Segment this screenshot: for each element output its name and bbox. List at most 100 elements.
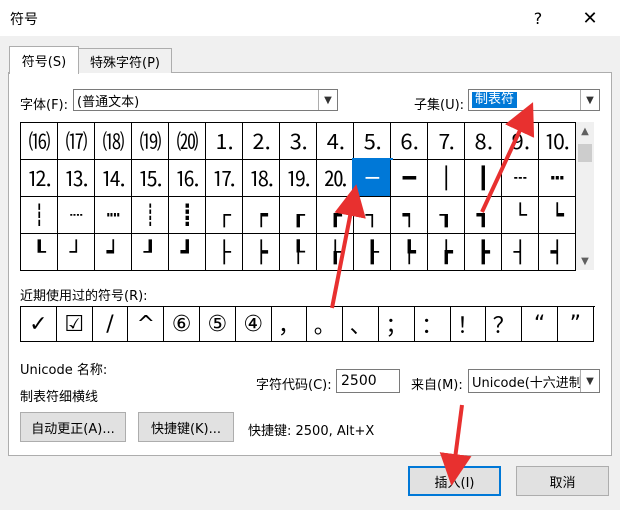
- from-select[interactable]: Unicode(十六进制) ▼: [468, 369, 600, 393]
- symbol-cell[interactable]: ⒗: [169, 160, 206, 197]
- tab-symbols[interactable]: 符号(S): [9, 46, 79, 74]
- font-select[interactable]: (普通文本) ▼: [73, 89, 338, 111]
- symbol-cell[interactable]: ┞: [280, 234, 317, 271]
- symbol-cell[interactable]: ┍: [243, 197, 280, 234]
- symbol-cell[interactable]: ┚: [132, 234, 169, 271]
- symbol-cell[interactable]: ⒊: [280, 123, 317, 160]
- autocorrect-button[interactable]: 自动更正(A)...: [20, 412, 126, 442]
- symbol-cell[interactable]: ├: [206, 234, 243, 271]
- symbol-cell[interactable]: ┉: [95, 197, 132, 234]
- symbol-cell[interactable]: ┠: [354, 234, 391, 271]
- symbol-cell[interactable]: ⒏: [465, 123, 502, 160]
- symbol-cell[interactable]: ┃: [465, 160, 502, 197]
- symbol-cell[interactable]: │: [428, 160, 465, 197]
- symbol-cell[interactable]: ┙: [95, 234, 132, 271]
- recent-symbol-cell[interactable]: ④: [235, 307, 272, 342]
- subset-select[interactable]: 制表符 ▼: [468, 89, 600, 111]
- symbol-glyph: ⒕: [101, 167, 125, 191]
- symbol-cell[interactable]: ⒎: [428, 123, 465, 160]
- symbol-cell[interactable]: ┆: [21, 197, 58, 234]
- symbol-cell[interactable]: ┌: [206, 197, 243, 234]
- symbol-cell[interactable]: ⒈: [206, 123, 243, 160]
- recent-symbol-cell[interactable]: ？: [486, 307, 523, 342]
- symbol-cell[interactable]: ┏: [317, 197, 354, 234]
- symbol-cell[interactable]: ⒐: [502, 123, 539, 160]
- symbol-grid-scrollbar[interactable]: ▲ ▼: [576, 122, 594, 270]
- tab-special-characters[interactable]: 特殊字符(P): [78, 48, 172, 73]
- shortcut-key-button[interactable]: 快捷键(K)...: [138, 412, 234, 442]
- recent-symbol-cell[interactable]: ^: [128, 307, 165, 342]
- symbol-glyph: ┉: [106, 203, 120, 227]
- symbol-cell[interactable]: ⒃: [21, 123, 58, 160]
- recent-symbol-cell[interactable]: ⑤: [199, 307, 236, 342]
- symbol-cell[interactable]: ⒄: [58, 123, 95, 160]
- recent-symbol-cell[interactable]: ！: [450, 307, 487, 342]
- chevron-down-icon[interactable]: ▼: [580, 370, 599, 392]
- close-button[interactable]: ✕: [568, 4, 612, 32]
- symbol-cell[interactable]: ┟: [317, 234, 354, 271]
- recent-symbol-cell[interactable]: ，: [271, 307, 308, 342]
- symbol-cell[interactable]: ━: [391, 160, 428, 197]
- symbol-cell[interactable]: ⒋: [317, 123, 354, 160]
- symbol-cell[interactable]: ┐: [354, 197, 391, 234]
- symbol-cell[interactable]: ⒔: [58, 160, 95, 197]
- chevron-down-icon[interactable]: ▼: [318, 90, 337, 110]
- symbol-cell[interactable]: ┥: [539, 234, 576, 271]
- recent-symbol-cell[interactable]: ；: [378, 307, 415, 342]
- symbol-cell[interactable]: ⒉: [243, 123, 280, 160]
- symbol-cell[interactable]: ┘: [58, 234, 95, 271]
- symbol-cell[interactable]: ⒛: [317, 160, 354, 197]
- symbol-cell[interactable]: ⒑: [539, 123, 576, 160]
- symbol-cell[interactable]: ┢: [428, 234, 465, 271]
- symbol-cell[interactable]: ┒: [428, 197, 465, 234]
- symbol-cell[interactable]: ⒌: [354, 123, 391, 160]
- recent-symbol-cell[interactable]: ⑥: [164, 307, 200, 342]
- symbol-cell[interactable]: ┎: [280, 197, 317, 234]
- symbol-cell[interactable]: ⒅: [95, 123, 132, 160]
- help-button[interactable]: ?: [516, 4, 560, 32]
- symbol-cell[interactable]: ┣: [465, 234, 502, 271]
- scroll-thumb[interactable]: [578, 144, 592, 162]
- symbol-cell[interactable]: ┅: [539, 160, 576, 197]
- recent-symbol-cell[interactable]: ”: [557, 307, 594, 342]
- recent-symbol-cell[interactable]: “: [522, 307, 558, 342]
- symbol-cell[interactable]: ⒇: [169, 123, 206, 160]
- symbol-cell[interactable]: ┕: [539, 197, 576, 234]
- symbol-cell[interactable]: ┡: [391, 234, 428, 271]
- insert-button[interactable]: 插入(I): [408, 466, 501, 496]
- symbol-cell[interactable]: ⒓: [21, 160, 58, 197]
- symbol-cell[interactable]: ┝: [243, 234, 280, 271]
- recent-symbol-cell[interactable]: ：: [414, 307, 451, 342]
- symbol-cell[interactable]: ⒍: [391, 123, 428, 160]
- symbol-cell[interactable]: ┈: [58, 197, 95, 234]
- symbol-cell[interactable]: ┄: [502, 160, 539, 197]
- symbol-cell[interactable]: ⒘: [206, 160, 243, 197]
- symbol-cell[interactable]: ⒖: [132, 160, 169, 197]
- symbol-cell[interactable]: ⒚: [280, 160, 317, 197]
- scroll-down-icon[interactable]: ▼: [576, 252, 594, 270]
- recent-symbol-cell[interactable]: 。: [307, 307, 344, 342]
- recent-symbol-cell[interactable]: ☑: [56, 307, 93, 342]
- symbol-cell-selected[interactable]: ─: [352, 158, 393, 199]
- char-code-input[interactable]: 2500: [336, 369, 400, 393]
- cancel-button[interactable]: 取消: [516, 466, 609, 496]
- symbol-cell[interactable]: ⒕: [95, 160, 132, 197]
- symbol-glyph: ┤: [513, 240, 527, 264]
- chevron-down-icon[interactable]: ▼: [580, 90, 599, 110]
- symbol-cell[interactable]: ┤: [502, 234, 539, 271]
- recent-symbol-cell[interactable]: /: [92, 307, 129, 342]
- symbol-cell[interactable]: ┋: [169, 197, 206, 234]
- symbol-cell[interactable]: ┑: [391, 197, 428, 234]
- symbol-cell[interactable]: └: [502, 197, 539, 234]
- symbol-glyph: ⒐: [508, 130, 532, 154]
- symbol-cell[interactable]: ┊: [132, 197, 169, 234]
- symbol-cell[interactable]: ⒙: [243, 160, 280, 197]
- symbol-cell[interactable]: ┖: [21, 234, 58, 271]
- symbol-cell[interactable]: ┛: [169, 234, 206, 271]
- scroll-up-icon[interactable]: ▲: [576, 122, 594, 140]
- symbol-cell[interactable]: ⒆: [132, 123, 169, 160]
- recent-symbol-cell[interactable]: ✓: [21, 307, 57, 342]
- recent-symbol-cell[interactable]: 、: [343, 307, 379, 342]
- close-icon: ✕: [582, 7, 598, 29]
- symbol-cell[interactable]: ┓: [465, 197, 502, 234]
